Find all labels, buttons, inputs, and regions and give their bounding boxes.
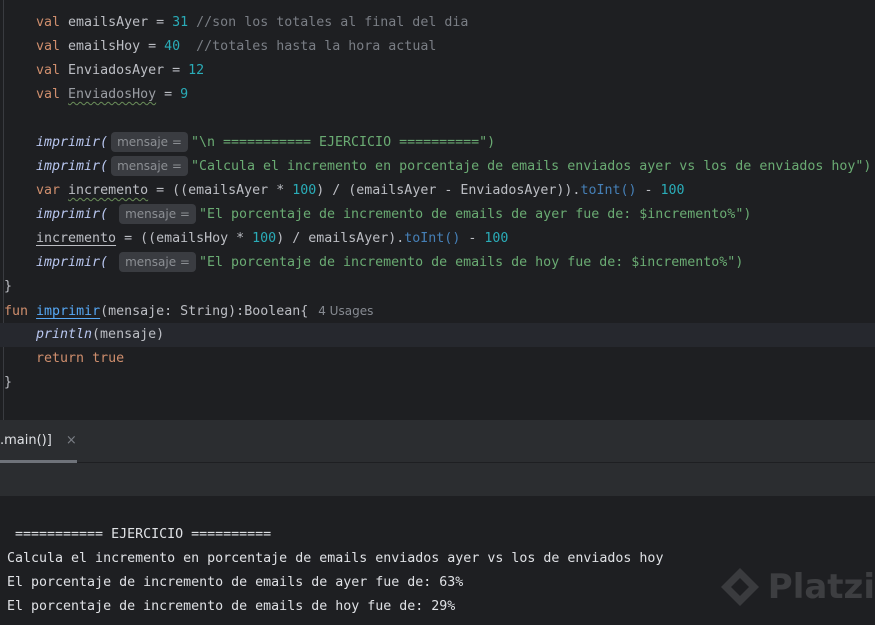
code-line: } bbox=[4, 279, 13, 294]
console-line: El porcentaje de incremento de emails de… bbox=[7, 599, 456, 614]
console-line: =========== EJERCICIO ========== bbox=[7, 527, 272, 542]
code-line: incremento = ((emailsHoy * 100) / emails… bbox=[36, 231, 509, 246]
code-line: val EnviadosHoy = 9 bbox=[36, 87, 189, 102]
parameter-hint: mensaje = bbox=[111, 156, 188, 176]
code-line: val EnviadosAyer = 12 bbox=[36, 63, 205, 78]
code-line: imprimir( mensaje = "El porcentaje de inc… bbox=[36, 251, 743, 275]
code-line: imprimir(mensaje = "Calcula el incremento… bbox=[36, 155, 871, 179]
console-line: El porcentaje de incremento de emails de… bbox=[7, 575, 464, 590]
close-icon[interactable]: × bbox=[66, 433, 77, 448]
parameter-hint: mensaje = bbox=[119, 204, 196, 224]
code-line-current: println(mensaje) bbox=[0, 323, 875, 347]
parameter-hint: mensaje = bbox=[111, 132, 188, 152]
code-line: var incremento = ((emailsAyer * 100) / (… bbox=[36, 183, 685, 198]
console-line: Calcula el incremento en porcentaje de e… bbox=[7, 551, 664, 566]
platzi-watermark: Platzi bbox=[718, 565, 875, 609]
code-line: fun imprimir(mensaje: String):Boolean{4 … bbox=[4, 304, 374, 319]
gutter-divider bbox=[3, 0, 4, 420]
code-line: } bbox=[4, 375, 13, 390]
code-line: val emailsAyer = 31 //son los totales al… bbox=[36, 15, 469, 30]
code-line: imprimir( mensaje = "El porcentaje de inc… bbox=[36, 203, 751, 227]
console-toolbar bbox=[0, 463, 875, 496]
run-tab[interactable]: .main()] × bbox=[0, 420, 89, 462]
code-line: return true bbox=[36, 351, 125, 366]
code-line: imprimir(mensaje = "\n =========== EJERCI… bbox=[36, 131, 495, 155]
usages-hint[interactable]: 4 Usages bbox=[318, 304, 373, 318]
platzi-logo-icon bbox=[720, 568, 759, 606]
run-tab-bar: .main()] × bbox=[0, 420, 875, 463]
code-line: val emailsHoy = 40 //totales hasta la ho… bbox=[36, 39, 437, 54]
code-editor[interactable]: val emailsAyer = 31 //son los totales al… bbox=[0, 0, 875, 420]
parameter-hint: mensaje = bbox=[119, 252, 196, 272]
